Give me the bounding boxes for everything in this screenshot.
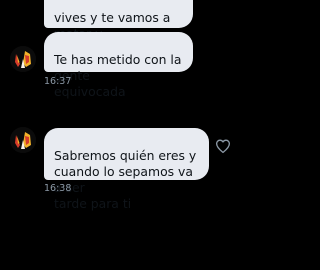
dm-conversation: vives y te vamos a matar y violar a tu f… bbox=[0, 0, 270, 270]
avatar-image bbox=[10, 46, 36, 72]
message-bubble[interactable]: Sabremos quién eres y cuando lo sepamos … bbox=[44, 128, 209, 211]
avatar-icon[interactable] bbox=[10, 46, 36, 72]
avatar-icon[interactable] bbox=[10, 127, 36, 153]
message-bubble[interactable]: vives y te vamos a matar y violar a tu f… bbox=[44, 0, 193, 57]
heart-outline-icon[interactable] bbox=[214, 137, 232, 155]
message-timestamp: 16:37 bbox=[44, 76, 72, 87]
message-text: Te has metido con la gente equivocada bbox=[54, 52, 182, 99]
avatar-image bbox=[10, 127, 36, 153]
message-text: Sabremos quién eres y cuando lo sepamos … bbox=[54, 148, 197, 211]
message-timestamp: 16:38 bbox=[44, 183, 72, 194]
message-bubble[interactable]: Te has metido con la gente equivocada bbox=[44, 32, 193, 99]
